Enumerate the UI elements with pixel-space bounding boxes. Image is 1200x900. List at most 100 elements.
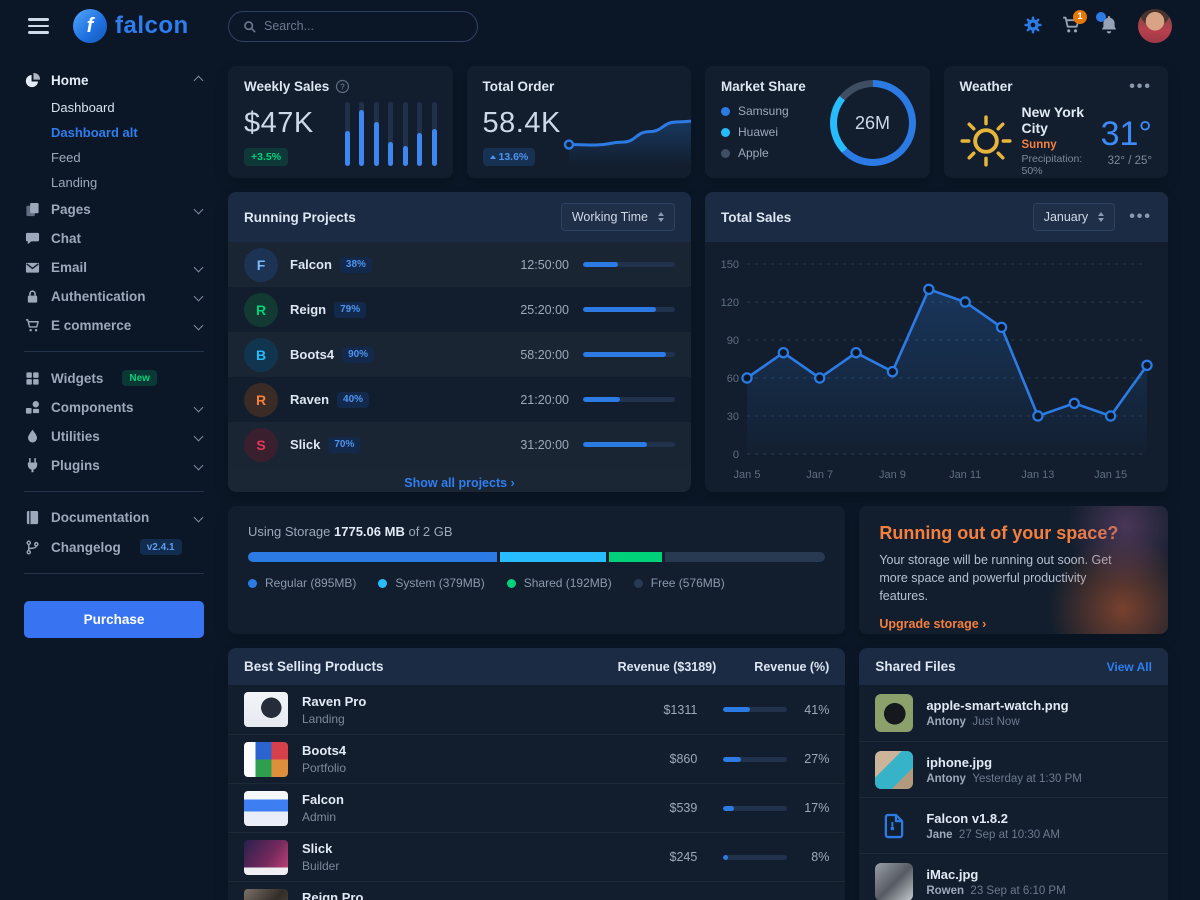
storage-progress-bar [248, 552, 825, 562]
product-row-boots4: Boots4 Portfolio $860 27% [228, 734, 845, 783]
sidebar-item-label: Pages [51, 202, 91, 217]
project-name[interactable]: Falcon [290, 257, 332, 272]
legend-dot-icon [634, 579, 643, 588]
card-title: Weather [960, 79, 1013, 94]
shopping-cart-icon[interactable]: 1 [1062, 16, 1080, 37]
product-name[interactable]: Reign Pro [302, 890, 363, 900]
product-name[interactable]: Slick [302, 841, 339, 856]
product-category[interactable]: Landing [302, 712, 366, 726]
brand-logo[interactable]: f falcon [73, 9, 189, 43]
sidebar-subitem-feed[interactable]: Feed [24, 145, 204, 170]
revenue-pct-column-header: Revenue (%) [754, 660, 829, 674]
lock-icon [24, 289, 40, 304]
bar [432, 102, 437, 166]
file-meta: Jane 27 Sep at 10:30 AM [926, 829, 1060, 841]
settings-gear-icon[interactable] [1024, 16, 1042, 37]
upgrade-space-card: Running out of your space? Your storage … [859, 506, 1168, 634]
file-name[interactable]: iMac.jpg [926, 867, 1065, 882]
file-meta: Antony Yesterday at 1:30 PM [926, 773, 1082, 785]
product-thumbnail [244, 742, 288, 777]
product-category[interactable]: Admin [302, 810, 344, 824]
notification-bell-icon[interactable] [1100, 16, 1118, 37]
plug-icon [24, 458, 40, 473]
project-progress-bar [583, 307, 675, 312]
sidebar-item-components[interactable]: Components [24, 393, 204, 422]
sidebar-item-authentication[interactable]: Authentication [24, 282, 204, 311]
cart-badge: 1 [1073, 10, 1087, 24]
components-icon [24, 400, 40, 415]
project-name[interactable]: Boots4 [290, 347, 334, 362]
project-percent-badge: 79% [334, 302, 366, 318]
info-icon[interactable]: ? [335, 79, 350, 94]
sidebar-subitem-dashboard-alt[interactable]: Dashboard alt [24, 120, 204, 145]
sidebar-subitem-dashboard[interactable]: Dashboard [24, 95, 204, 120]
weekly-sales-value: $47K [244, 107, 314, 140]
show-all-projects-link[interactable]: Show all projects › [228, 467, 691, 492]
sidebar-item-utilities[interactable]: Utilities [24, 422, 204, 451]
promo-title: Running out of your space? [879, 523, 1148, 544]
user-avatar[interactable] [1138, 9, 1172, 43]
file-thumbnail [875, 863, 913, 900]
project-name[interactable]: Reign [290, 302, 326, 317]
project-name[interactable]: Slick [290, 437, 320, 452]
market-share-card: Market Share SamsungHuaweiApple 26M [705, 66, 930, 178]
sidebar-item-documentation[interactable]: Documentation [24, 503, 204, 532]
sidebar-item-home[interactable]: Home [24, 66, 204, 95]
sidebar-subitem-landing[interactable]: Landing [24, 170, 204, 195]
sidebar-item-e-commerce[interactable]: E commerce [24, 311, 204, 340]
svg-text:90: 90 [727, 335, 739, 347]
product-row-slick: Slick Builder $245 8% [228, 832, 845, 881]
project-avatar: S [244, 428, 278, 462]
svg-text:150: 150 [721, 259, 739, 271]
svg-text:?: ? [340, 82, 345, 91]
sidebar-item-email[interactable]: Email [24, 253, 204, 282]
sidebar-item-pages[interactable]: Pages [24, 195, 204, 224]
project-avatar: B [244, 338, 278, 372]
sidebar-item-widgets[interactable]: WidgetsNew [24, 363, 204, 393]
file-row-apple-smart-watch-png: apple-smart-watch.png Antony Just Now [859, 685, 1168, 741]
file-meta: Rowen 23 Sep at 6:10 PM [926, 885, 1065, 897]
chevron-down-icon [194, 263, 204, 273]
file-name[interactable]: Falcon v1.8.2 [926, 811, 1060, 826]
pages-icon [24, 202, 40, 217]
product-name[interactable]: Raven Pro [302, 694, 366, 709]
sidebar-badge: New [122, 370, 157, 386]
product-name[interactable]: Falcon [302, 792, 344, 807]
card-title: Running Projects [244, 210, 356, 225]
brand-name: falcon [115, 12, 189, 40]
sidebar-item-chat[interactable]: Chat [24, 224, 204, 253]
storage-used: 1775.06 MB [334, 524, 405, 539]
utilities-icon [24, 429, 40, 444]
sidebar-item-changelog[interactable]: Changelogv2.4.1 [24, 532, 204, 562]
sidebar-item-label: Plugins [51, 458, 100, 473]
product-revenue-bar [723, 757, 787, 762]
month-select[interactable]: January [1033, 203, 1115, 231]
notification-dot [1096, 12, 1106, 22]
sidebar-item-plugins[interactable]: Plugins [24, 451, 204, 480]
file-name[interactable]: iphone.jpg [926, 755, 1082, 770]
file-name[interactable]: apple-smart-watch.png [926, 698, 1068, 713]
upgrade-storage-link[interactable]: Upgrade storage › [879, 617, 986, 631]
product-name[interactable]: Boots4 [302, 743, 346, 758]
purchase-button[interactable]: Purchase [24, 601, 204, 638]
file-thumbnail [875, 694, 913, 732]
storage-legend-item: Shared (192MB) [507, 576, 612, 590]
working-time-select[interactable]: Working Time [561, 203, 675, 231]
project-name[interactable]: Raven [290, 392, 329, 407]
caret-up-icon [490, 155, 496, 159]
chevron-down-icon [194, 513, 204, 523]
file-row-iphone-jpg: iphone.jpg Antony Yesterday at 1:30 PM [859, 741, 1168, 797]
product-category[interactable]: Builder [302, 859, 339, 873]
project-row-reign: R Reign 79% 25:20:00 [228, 287, 691, 332]
search-input[interactable] [264, 19, 463, 33]
project-percent-badge: 38% [340, 257, 372, 273]
product-category[interactable]: Portfolio [302, 761, 346, 775]
chart-pie-icon [24, 73, 40, 88]
svg-text:Jan 11: Jan 11 [949, 469, 981, 481]
code-branch-icon [24, 540, 40, 555]
menu-toggle-button[interactable] [24, 14, 53, 38]
view-all-link[interactable]: View All [1107, 660, 1152, 674]
total-sales-line-chart: 0306090120150Jan 5Jan 7Jan 9Jan 11Jan 13… [705, 242, 1168, 486]
chevron-down-icon [194, 461, 204, 471]
search-box[interactable] [228, 11, 478, 42]
